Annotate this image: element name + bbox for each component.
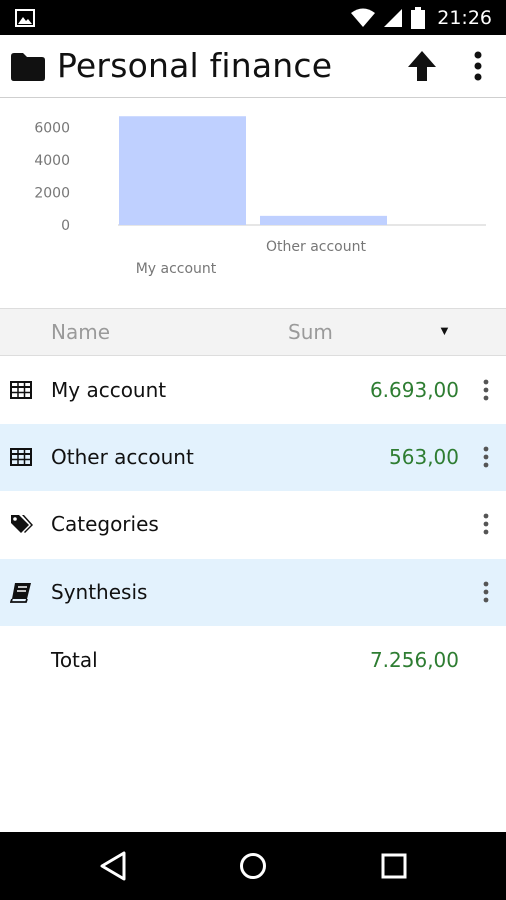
list-item-my-account[interactable]: My account 6.693,00 xyxy=(0,357,506,424)
arrow-up-icon[interactable] xyxy=(406,49,438,83)
y-tick-label: 2000 xyxy=(34,186,70,202)
status-time: 21:26 xyxy=(437,6,492,29)
image-icon xyxy=(15,9,35,27)
total-label: Total xyxy=(51,648,98,672)
column-header-name[interactable]: Name xyxy=(51,320,110,344)
list-item-other-account[interactable]: Other account 563,00 xyxy=(0,424,506,491)
x-category-label: Other account xyxy=(266,239,366,255)
table-icon xyxy=(10,381,32,399)
battery-icon xyxy=(411,6,426,29)
page-title: Personal finance xyxy=(57,46,333,85)
chart-bar xyxy=(260,215,387,225)
signal-icon xyxy=(384,8,403,27)
sort-indicator-icon[interactable]: ▼ xyxy=(438,323,451,338)
table-header: Name Sum ▼ xyxy=(0,308,506,356)
y-tick-label: 6000 xyxy=(34,121,70,137)
bar-chart: 6000 4000 2000 0 My account Other account xyxy=(34,116,486,277)
row-menu-icon[interactable] xyxy=(481,379,491,401)
row-menu-icon[interactable] xyxy=(481,581,491,603)
list-item-label: Other account xyxy=(51,445,194,469)
status-indicators: 21:26 xyxy=(351,0,492,35)
list-item-label: Synthesis xyxy=(51,580,148,604)
table-icon xyxy=(10,448,32,466)
list-item-categories[interactable]: Categories xyxy=(0,491,506,558)
list-item-label: My account xyxy=(51,378,167,402)
app-bar: Personal finance xyxy=(0,35,506,98)
list-item-value: 563,00 xyxy=(389,445,459,469)
book-icon xyxy=(10,583,31,603)
status-bar: 21:26 xyxy=(0,0,506,35)
list-item-synthesis[interactable]: Synthesis xyxy=(0,559,506,626)
total-row: Total 7.256,00 xyxy=(0,627,506,694)
tags-icon xyxy=(11,515,33,533)
back-icon[interactable] xyxy=(99,850,127,882)
row-menu-icon[interactable] xyxy=(481,513,491,535)
wifi-icon xyxy=(351,8,376,27)
home-icon[interactable] xyxy=(239,852,267,880)
x-category-label: My account xyxy=(136,261,217,277)
list-item-label: Categories xyxy=(51,512,159,536)
recent-apps-icon[interactable] xyxy=(381,853,407,879)
column-header-sum[interactable]: Sum xyxy=(288,320,333,344)
chart: 6000 4000 2000 0 My account Other account xyxy=(0,98,506,308)
chart-bar xyxy=(119,116,246,225)
folder-icon xyxy=(11,53,45,81)
total-value: 7.256,00 xyxy=(369,648,459,672)
list-item-value: 6.693,00 xyxy=(369,378,459,402)
y-tick-label: 4000 xyxy=(34,153,70,169)
navigation-bar xyxy=(0,832,506,900)
y-tick-label: 0 xyxy=(61,218,70,234)
overflow-menu-icon[interactable] xyxy=(466,49,490,83)
row-menu-icon[interactable] xyxy=(481,446,491,468)
